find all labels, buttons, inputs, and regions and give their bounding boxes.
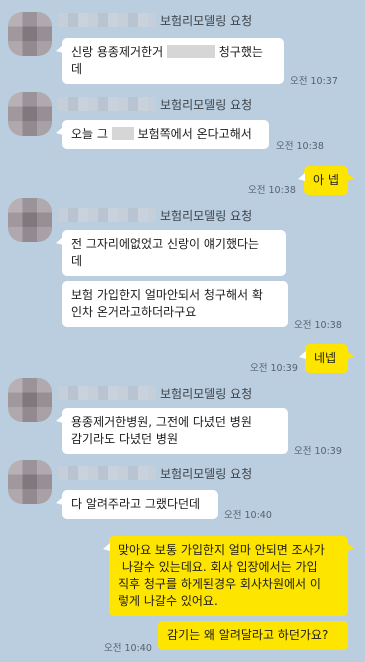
blurred-name xyxy=(58,97,156,111)
message-bubble[interactable]: 신랑 용종제거한거 청구했는 데 xyxy=(56,38,284,84)
sender-name-row: 보험리모델링 요청 xyxy=(58,12,252,28)
message-bubble[interactable]: 오늘 그 보험쪽에서 온다고해서 xyxy=(56,120,269,149)
message-time: 오전 10:38 xyxy=(276,141,324,152)
message-bubble[interactable]: 전 그자리에없었고 신랑이 얘기했다는 데 xyxy=(56,230,286,276)
redacted-text xyxy=(111,127,134,140)
sender-name: 보험리모델링 요청 xyxy=(160,13,253,28)
sender-name: 보험리모델링 요청 xyxy=(160,386,253,401)
sender-name: 보험리모델링 요청 xyxy=(160,208,253,223)
message-bubble[interactable]: 용종제거한병원, 그전에 다녔던 병원 감기라도 다녔던 병원 xyxy=(56,408,288,454)
message-time: 오전 10:39 xyxy=(294,446,342,457)
message-time: 오전 10:39 xyxy=(250,363,298,374)
message-time: 오전 10:40 xyxy=(104,643,152,654)
blurred-name xyxy=(58,386,156,400)
sender-name-row: 보험리모델링 요청 xyxy=(58,96,252,112)
message-bubble[interactable]: 다 알려주라고 그랬다던데 xyxy=(56,490,218,519)
blurred-name xyxy=(58,466,156,480)
sender-name: 보험리모델링 요청 xyxy=(160,97,253,112)
sender-avatar[interactable] xyxy=(8,460,52,504)
sender-name-row: 보험리모델링 요청 xyxy=(58,385,252,401)
sender-avatar[interactable] xyxy=(8,198,52,242)
my-message-bubble[interactable]: 네넵 xyxy=(299,344,354,373)
message-time: 오전 10:37 xyxy=(290,76,338,87)
sender-name: 보험리모델링 요청 xyxy=(160,466,253,481)
sender-avatar[interactable] xyxy=(8,12,52,56)
message-bubble[interactable]: 보험 가입한지 얼마안되서 청구해서 확 인차 온거라고하더라구요 xyxy=(62,281,288,327)
message-time: 오전 10:38 xyxy=(294,320,342,331)
sender-avatar[interactable] xyxy=(8,92,52,136)
message-time: 오전 10:40 xyxy=(224,510,272,521)
chat-area[interactable]: 보험리모델링 요청 신랑 용종제거한거 청구했는 데 오전 10:37 보험리모… xyxy=(0,0,365,662)
message-time: 오전 10:38 xyxy=(248,185,296,196)
blurred-name xyxy=(58,13,156,27)
my-message-bubble[interactable]: 감기는 왜 알려달라고 하던가요? xyxy=(158,621,348,650)
my-message-bubble[interactable]: 맞아요 보통 가입한지 얼마 안되면 조사가 나갈수 있는데요. 회사 입장에서… xyxy=(103,536,354,616)
my-message-bubble[interactable]: 아 넵 xyxy=(298,166,354,195)
blurred-name xyxy=(58,208,156,222)
redacted-text xyxy=(166,45,215,58)
sender-name-row: 보험리모델링 요청 xyxy=(58,465,252,481)
sender-name-row: 보험리모델링 요청 xyxy=(58,207,252,223)
sender-avatar[interactable] xyxy=(8,378,52,422)
